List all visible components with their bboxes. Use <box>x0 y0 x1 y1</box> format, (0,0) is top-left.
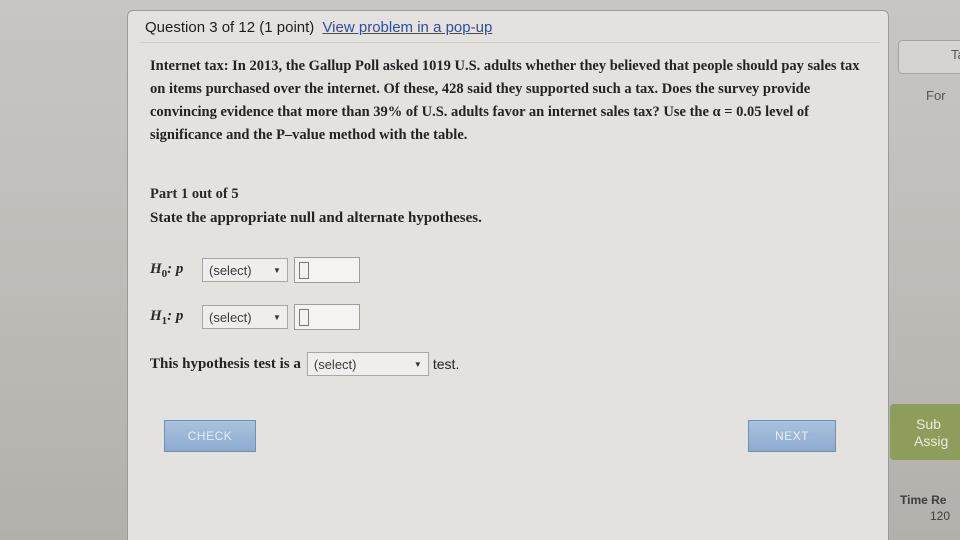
input-cursor <box>299 262 309 279</box>
alt-hypothesis-label: H1: p <box>150 307 184 327</box>
alt-hypothesis-value-input[interactable] <box>294 304 360 330</box>
time-remaining-value: 120 <box>930 509 951 523</box>
null-hypothesis-row: H0: p (select) ▼ <box>150 257 360 283</box>
test-type-prefix: This hypothesis test is a <box>150 355 301 372</box>
chevron-down-icon: ▼ <box>273 265 281 275</box>
null-select-value: (select) <box>209 262 252 278</box>
part-instruction: State the appropriate null and alternate… <box>150 210 482 226</box>
header-divider <box>140 42 880 43</box>
test-type-row: This hypothesis test is a (select) ▼ tes… <box>150 352 459 376</box>
problem-text: Internet tax: In 2013, the Gallup Poll a… <box>150 58 860 143</box>
test-type-select[interactable]: (select) ▼ <box>306 352 429 376</box>
submit-label-line2: Assig <box>914 433 949 449</box>
question-points: (1 point) <box>259 19 315 36</box>
test-type-suffix: test. <box>432 356 460 372</box>
chevron-down-icon: ▼ <box>413 359 422 369</box>
check-button[interactable]: CHECK <box>164 420 256 452</box>
null-hypothesis-value-input[interactable] <box>294 257 360 283</box>
popup-link[interactable]: View problem in a pop-up <box>322 19 492 36</box>
time-remaining-label: Time Re <box>900 493 947 507</box>
alt-hypothesis-operator-select[interactable]: (select) ▼ <box>202 305 288 329</box>
time-remaining: Time Re 120 <box>900 492 960 524</box>
question-label: Question 3 of 12 <box>145 19 256 36</box>
input-cursor <box>299 309 309 326</box>
part-title: Part 1 out of 5 <box>150 186 239 202</box>
side-tab[interactable]: Ta <box>898 40 960 74</box>
alt-hypothesis-row: H1: p (select) ▼ <box>150 304 360 330</box>
submit-assignment-button[interactable]: Sub Assig <box>890 404 960 460</box>
next-button[interactable]: NEXT <box>748 420 836 452</box>
question-header: Question 3 of 12 (1 point) View problem … <box>145 19 492 36</box>
submit-label-line1: Sub <box>916 416 941 432</box>
alt-select-value: (select) <box>209 309 252 325</box>
side-for-text[interactable]: For <box>926 88 946 103</box>
null-hypothesis-operator-select[interactable]: (select) ▼ <box>202 258 288 282</box>
null-hypothesis-label: H0: p <box>150 260 184 280</box>
test-select-value: (select) <box>313 356 357 372</box>
chevron-down-icon: ▼ <box>273 312 281 322</box>
